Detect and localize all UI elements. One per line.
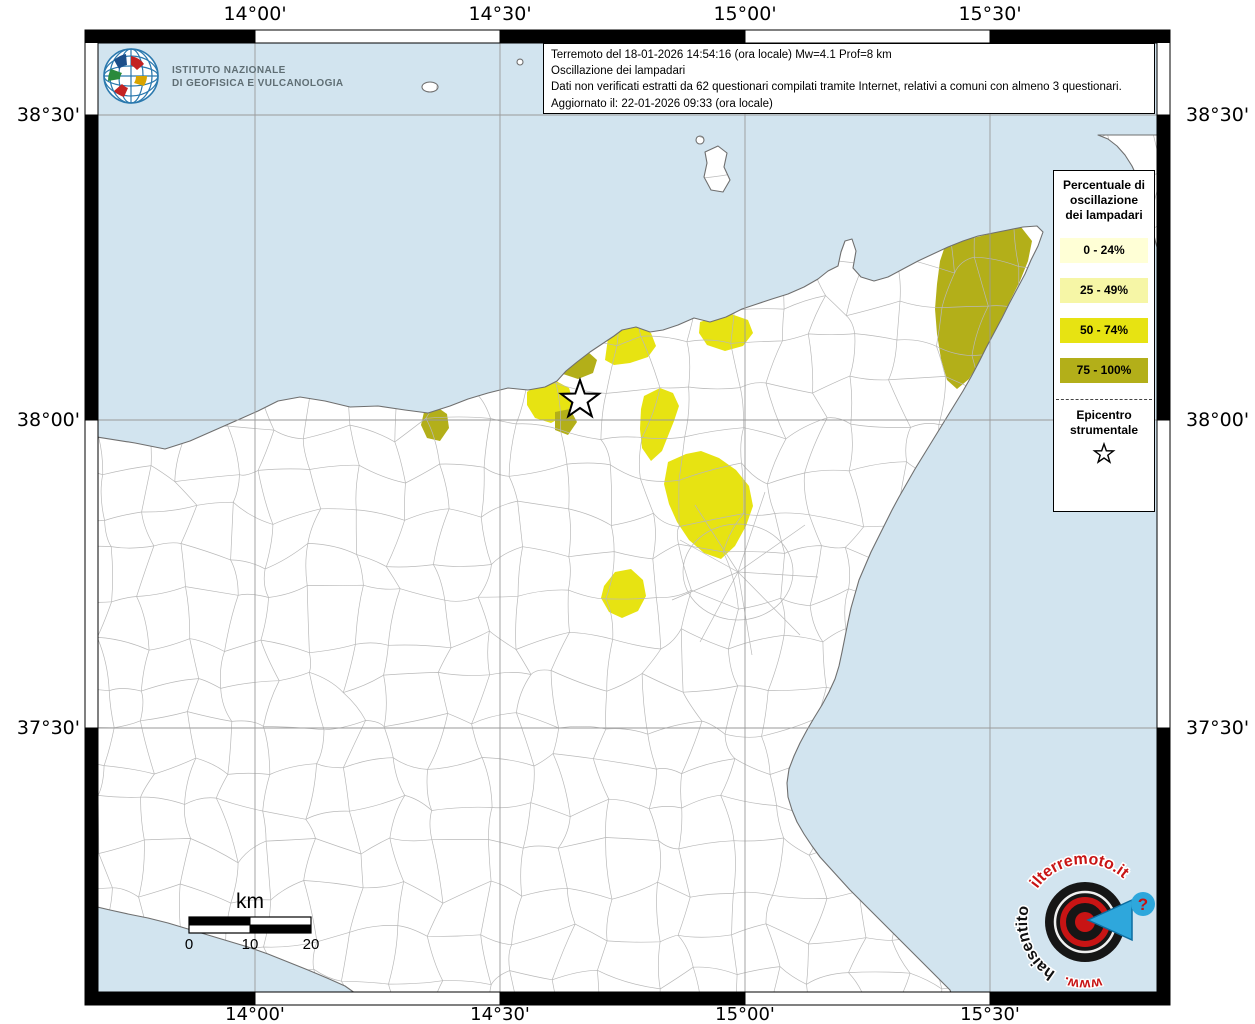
- info-line-subject: Oscillazione dei lampadari: [551, 63, 1147, 79]
- axis-label-right-2: 38°00': [1186, 409, 1255, 431]
- axis-label-left-3: 37°30': [2, 717, 80, 739]
- legend-swatch-0-24: 0 - 24%: [1060, 238, 1148, 263]
- legend-swatch-75-100: 75 - 100%: [1060, 358, 1148, 383]
- axis-label-right-1: 38°30': [1186, 104, 1255, 126]
- axis-label-right-3: 37°30': [1186, 717, 1255, 739]
- legend-title: Percentuale di oscillazione dei lampadar…: [1060, 178, 1148, 223]
- axis-label-top-3: 15°00': [713, 3, 776, 25]
- haisentitoilterremoto-logo: ? haisentito ilterremoto.it www.: [1000, 842, 1180, 1017]
- info-line-event: Terremoto del 18-01-2026 14:54:16 (ora l…: [551, 47, 1147, 63]
- axis-label-bottom-3: 15°00': [715, 1004, 775, 1024]
- ingv-title-line2: DI GEOFISICA E VULCANOLOGIA: [172, 77, 344, 90]
- legend-epicenter-label: Epicentro strumentale: [1064, 408, 1144, 438]
- scale-tick-20: 20: [303, 936, 320, 953]
- scale-bar-graphic: [175, 914, 325, 936]
- watermark-text-www: www.: [1062, 974, 1105, 993]
- scale-tick-10: 10: [242, 936, 259, 953]
- axis-label-left-1: 38°30': [2, 104, 80, 126]
- scale-bar: km 0 10 20: [175, 890, 325, 954]
- question-mark: ?: [1138, 895, 1148, 914]
- page: 14°00' 14°30' 15°00' 15°30' 14°00' 14°30…: [0, 0, 1255, 1024]
- ingv-title: ISTITUTO NAZIONALE DI GEOFISICA E VULCAN…: [172, 64, 344, 90]
- axis-label-left-2: 38°00': [2, 409, 80, 431]
- ingv-logo-icon: [100, 46, 164, 108]
- scale-tick-0: 0: [185, 936, 193, 953]
- legend-swatch-25-49: 25 - 49%: [1060, 278, 1148, 303]
- legend-swatch-50-74: 50 - 74%: [1060, 318, 1148, 343]
- info-line-updated: Aggiornato il: 22-01-2026 09:33 (ora loc…: [551, 96, 1147, 112]
- info-box: Terremoto del 18-01-2026 14:54:16 (ora l…: [543, 43, 1155, 114]
- legend: Percentuale di oscillazione dei lampadar…: [1053, 170, 1155, 512]
- haisentitoilterremoto-icon: ? haisentito ilterremoto.it www.: [1000, 842, 1180, 1017]
- axis-label-top-2: 14°30': [468, 3, 531, 25]
- legend-separator: [1056, 399, 1152, 400]
- axis-label-bottom-1: 14°00': [225, 1004, 285, 1024]
- scale-unit-label: km: [189, 890, 311, 914]
- axis-label-top-4: 15°30': [958, 3, 1021, 25]
- ingv-logo-block: ISTITUTO NAZIONALE DI GEOFISICA E VULCAN…: [100, 46, 344, 108]
- axis-label-top-1: 14°00': [223, 3, 286, 25]
- axis-label-bottom-2: 14°30': [470, 1004, 530, 1024]
- info-line-disclaimer: Dati non verificati estratti da 62 quest…: [551, 79, 1147, 95]
- ingv-title-line1: ISTITUTO NAZIONALE: [172, 64, 344, 77]
- svg-text:www.: www.: [1062, 974, 1105, 993]
- scale-ticks: 0 10 20: [175, 936, 325, 954]
- star-icon: [1091, 442, 1117, 466]
